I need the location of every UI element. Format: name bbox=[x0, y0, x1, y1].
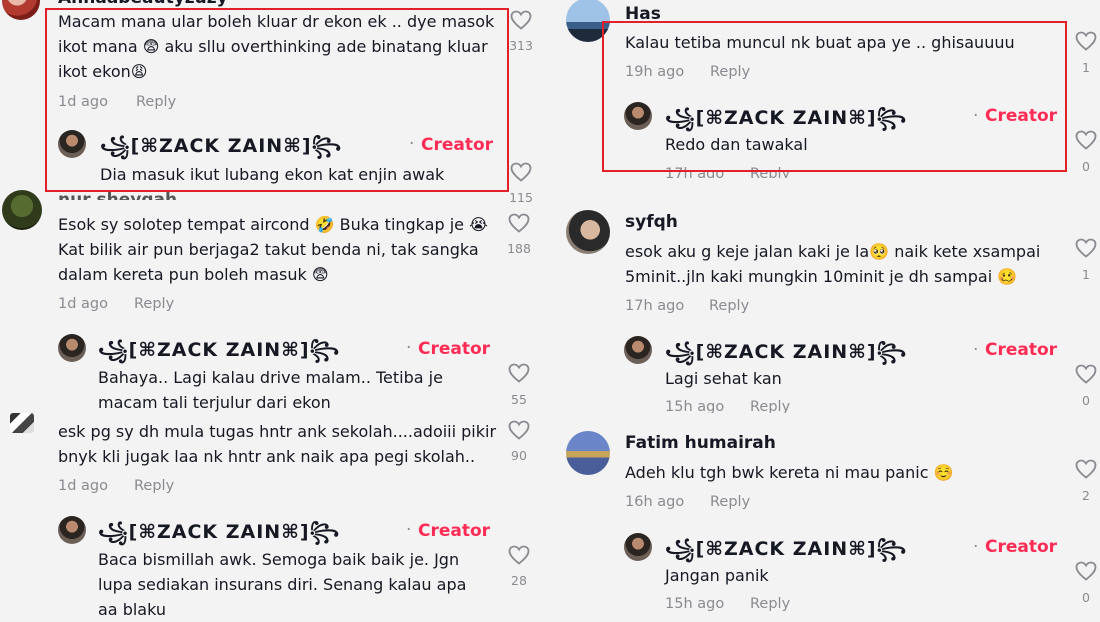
avatar[interactable] bbox=[2, 190, 42, 230]
separator-dot: · bbox=[406, 520, 412, 540]
like-count: 313 bbox=[509, 38, 533, 53]
reply-text: Lagi sehat kan bbox=[665, 369, 782, 388]
like-count: 0 bbox=[1082, 159, 1090, 174]
reply-text: Baca bismillah awk. Semoga baik baik je.… bbox=[98, 550, 467, 619]
like-count: 0 bbox=[1082, 590, 1090, 605]
like-count: 115 bbox=[509, 190, 533, 205]
reply-button[interactable]: Reply bbox=[750, 399, 790, 413]
like-heart-icon[interactable] bbox=[509, 160, 533, 184]
reply-button[interactable]: Reply bbox=[709, 298, 749, 314]
separator-dot: · bbox=[973, 340, 979, 360]
like-heart-icon[interactable] bbox=[1074, 29, 1098, 53]
comment-username[interactable]: syfqh bbox=[625, 212, 678, 232]
reply-time: 15h ago bbox=[665, 596, 725, 612]
comment-username[interactable]: nur sheyqah bbox=[58, 190, 177, 200]
highlight-box bbox=[45, 8, 509, 192]
comment-time: 1d ago bbox=[58, 478, 108, 494]
comment-time: 1d ago bbox=[58, 296, 108, 312]
like-heart-icon[interactable] bbox=[1074, 362, 1098, 386]
comment-time: 16h ago bbox=[625, 494, 685, 510]
reply-button[interactable]: Reply bbox=[134, 478, 174, 494]
reply-button[interactable]: Reply bbox=[710, 494, 750, 510]
reply-button[interactable]: Reply bbox=[134, 296, 174, 312]
creator-badge: Creator bbox=[985, 537, 1058, 557]
comment-text: Esok sy solotep tempat aircond 🤣 Buka ti… bbox=[58, 215, 488, 284]
creator-avatar[interactable] bbox=[58, 516, 86, 544]
highlight-box bbox=[602, 21, 1067, 172]
comment-text: Adeh klu tgh bwk kereta ni mau panic ☺️ bbox=[625, 463, 954, 482]
like-count: 55 bbox=[511, 392, 527, 407]
avatar[interactable] bbox=[566, 431, 610, 475]
reply-button[interactable]: Reply bbox=[750, 596, 790, 612]
like-heart-icon[interactable] bbox=[507, 543, 531, 567]
comment-username[interactable]: Ahhaabeautyzuzy bbox=[58, 0, 228, 8]
creator-badge: Creator bbox=[985, 340, 1058, 360]
creator-avatar[interactable] bbox=[58, 334, 86, 362]
avatar[interactable] bbox=[566, 210, 610, 254]
comment-username[interactable]: Fatim humairah bbox=[625, 433, 776, 453]
comment-time: 17h ago bbox=[625, 298, 685, 314]
like-count: 1 bbox=[1082, 267, 1090, 282]
avatar[interactable] bbox=[10, 413, 34, 433]
avatar[interactable] bbox=[2, 0, 40, 20]
like-heart-icon[interactable] bbox=[1074, 559, 1098, 583]
creator-avatar[interactable] bbox=[624, 533, 652, 561]
creator-badge: Creator bbox=[418, 521, 491, 541]
like-count: 0 bbox=[1082, 393, 1090, 408]
comment-text: esok aku g keje jalan kaki je la🥺 naik k… bbox=[625, 242, 1041, 286]
creator-avatar[interactable] bbox=[624, 336, 652, 364]
like-count: 2 bbox=[1082, 488, 1090, 503]
comment-text: esk pg sy dh mula tugas hntr ank sekolah… bbox=[58, 422, 497, 466]
creator-badge: Creator bbox=[418, 339, 491, 359]
reply-text: Jangan panik bbox=[665, 566, 769, 585]
like-heart-icon[interactable] bbox=[509, 8, 533, 32]
reply-time: 15h ago bbox=[665, 399, 725, 413]
like-heart-icon[interactable] bbox=[1074, 128, 1098, 152]
separator-dot: · bbox=[973, 537, 979, 557]
like-heart-icon[interactable] bbox=[507, 361, 531, 385]
reply-text: Bahaya.. Lagi kalau drive malam.. Tetiba… bbox=[98, 368, 443, 412]
like-count: 28 bbox=[511, 573, 527, 588]
like-count: 188 bbox=[507, 241, 531, 256]
like-count: 1 bbox=[1082, 60, 1090, 75]
separator-dot: · bbox=[406, 338, 412, 358]
like-heart-icon[interactable] bbox=[507, 211, 531, 235]
like-heart-icon[interactable] bbox=[507, 418, 531, 442]
like-heart-icon[interactable] bbox=[1074, 457, 1098, 481]
like-count: 90 bbox=[511, 448, 527, 463]
like-heart-icon[interactable] bbox=[1074, 236, 1098, 260]
